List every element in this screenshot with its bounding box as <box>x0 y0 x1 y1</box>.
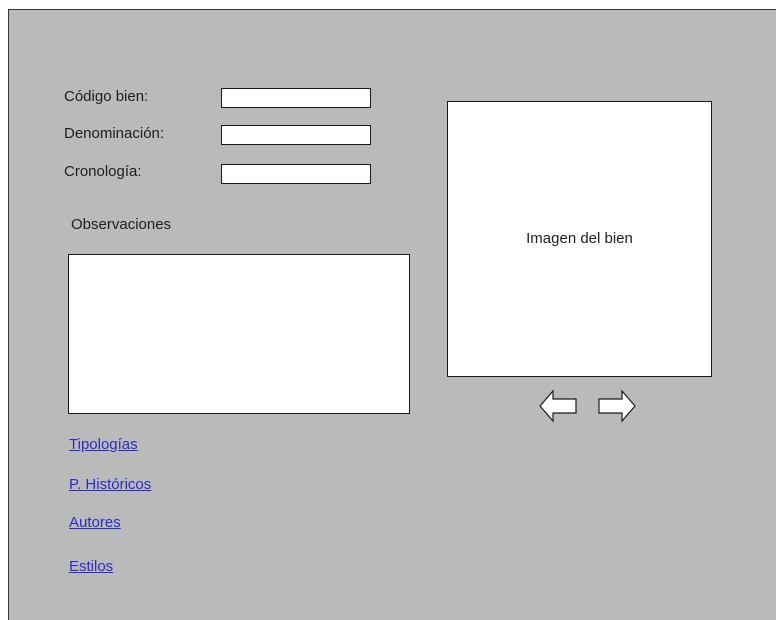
link-p-historicos[interactable]: P. Históricos <box>69 476 151 493</box>
observaciones-label: Observaciones <box>71 216 172 233</box>
observaciones-textarea[interactable] <box>68 254 410 414</box>
denominacion-field[interactable] <box>221 125 371 145</box>
codigo-field[interactable] <box>221 88 371 108</box>
arrow-right-icon[interactable] <box>597 389 637 423</box>
cronologia-field[interactable] <box>221 164 371 184</box>
image-display: Imagen del bien <box>447 101 712 377</box>
denominacion-label: Denominación: <box>64 125 165 142</box>
link-estilos[interactable]: Estilos <box>69 558 113 575</box>
link-autores[interactable]: Autores <box>69 514 121 531</box>
cronologia-label: Cronología: <box>64 163 142 180</box>
image-caption: Imagen del bien <box>526 230 633 247</box>
arrow-left-icon[interactable] <box>538 389 578 423</box>
link-tipologias[interactable]: Tipologías <box>69 436 138 453</box>
codigo-label: Código bien: <box>64 88 149 105</box>
